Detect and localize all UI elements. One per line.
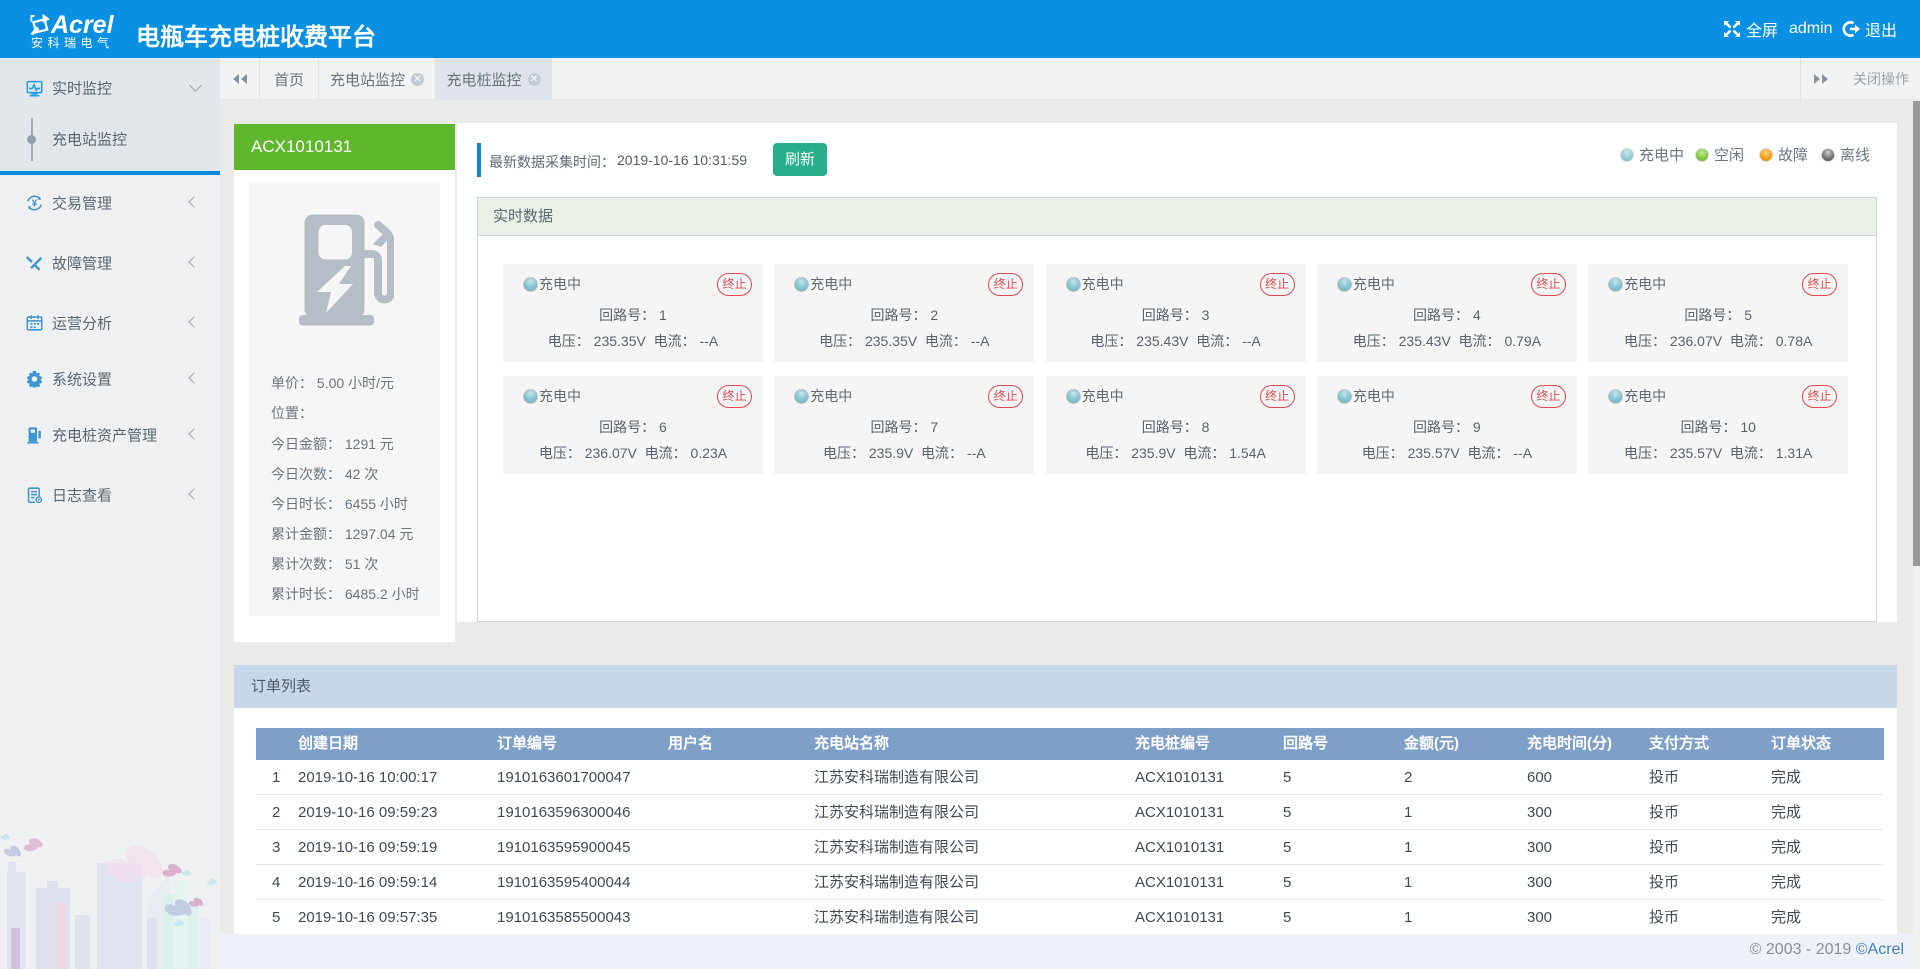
svg-text:¥: ¥ (32, 199, 38, 210)
